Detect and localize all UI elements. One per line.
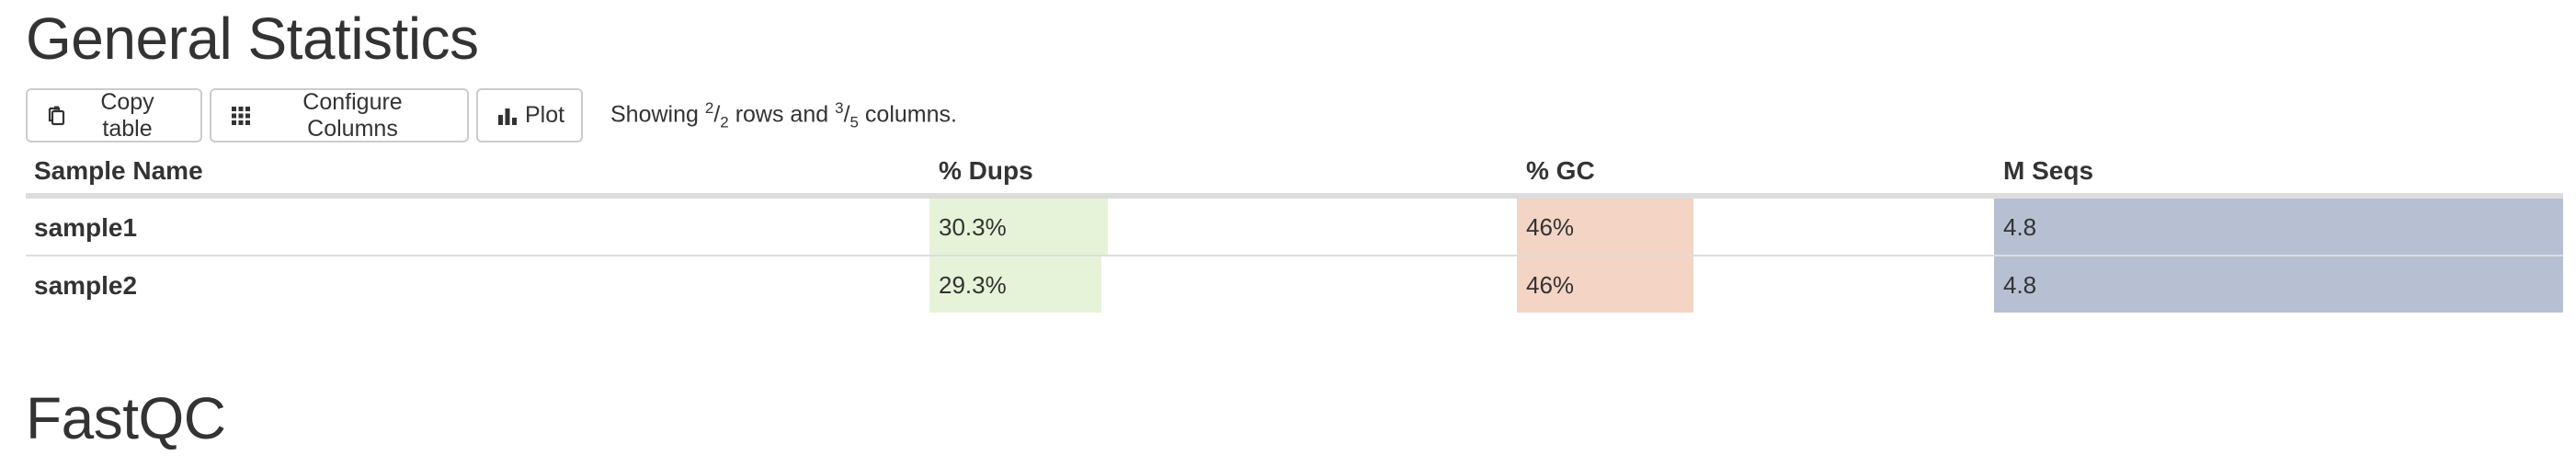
dups-value: 29.3% xyxy=(939,271,1007,299)
mseqs-bar xyxy=(1994,199,2563,255)
configure-columns-button[interactable]: Configure Columns xyxy=(210,88,469,142)
mseqs-value: 4.8 xyxy=(2003,213,2037,241)
fastqc-title: FastQC xyxy=(26,385,226,451)
showing-summary: Showing 2/2 rows and 3/5 columns. xyxy=(610,98,957,131)
table-row: sample2 29.3% 46% 4.8 xyxy=(26,256,2563,313)
mseqs-value: 4.8 xyxy=(2003,271,2037,299)
table-row: sample1 30.3% 46% 4.8 xyxy=(26,199,2563,256)
dups-cell: 30.3% xyxy=(929,199,1517,255)
rows-shown: 2 xyxy=(704,98,714,117)
grid-icon xyxy=(232,106,250,125)
general-statistics-title: General Statistics xyxy=(26,6,479,72)
dups-cell: 29.3% xyxy=(929,256,1517,313)
sample-name-cell: sample2 xyxy=(34,271,138,300)
gc-value: 46% xyxy=(1526,271,1575,299)
rows-total: 2 xyxy=(720,113,729,131)
gc-cell: 46% xyxy=(1517,199,1994,255)
cols-total: 5 xyxy=(849,113,859,131)
dups-value: 30.3% xyxy=(939,213,1007,241)
sample-name-cell: sample1 xyxy=(34,213,138,242)
cols-word: columns. xyxy=(858,101,957,128)
mseqs-bar xyxy=(1994,256,2563,313)
header-gc[interactable]: % GC xyxy=(1526,156,1595,186)
table-toolbar: Copy table Configure Columns Plot Showin… xyxy=(26,88,957,142)
header-sample-name[interactable]: Sample Name xyxy=(34,156,203,186)
header-dups[interactable]: % Dups xyxy=(939,156,1033,186)
cols-shown: 3 xyxy=(835,98,844,117)
rows-word: rows and xyxy=(728,101,836,128)
table-header: Sample Name % Dups % GC M Seqs xyxy=(26,149,2563,199)
header-mseqs[interactable]: M Seqs xyxy=(2003,156,2093,186)
showing-prefix: Showing xyxy=(610,101,705,128)
mseqs-cell: 4.8 xyxy=(1994,256,2563,313)
gc-cell: 46% xyxy=(1517,256,1994,313)
configure-columns-label: Configure Columns xyxy=(302,88,403,142)
plot-label: Plot xyxy=(525,102,565,128)
bar-chart-icon xyxy=(498,107,517,125)
copy-table-label: Copy table xyxy=(100,88,154,142)
clipboard-icon xyxy=(48,106,66,126)
mseqs-cell: 4.8 xyxy=(1994,199,2563,255)
gc-value: 46% xyxy=(1526,213,1575,241)
general-statistics-table: Sample Name % Dups % GC M Seqs sample1 3… xyxy=(26,149,2563,313)
plot-button[interactable]: Plot xyxy=(476,88,583,142)
copy-table-button[interactable]: Copy table xyxy=(26,88,202,142)
